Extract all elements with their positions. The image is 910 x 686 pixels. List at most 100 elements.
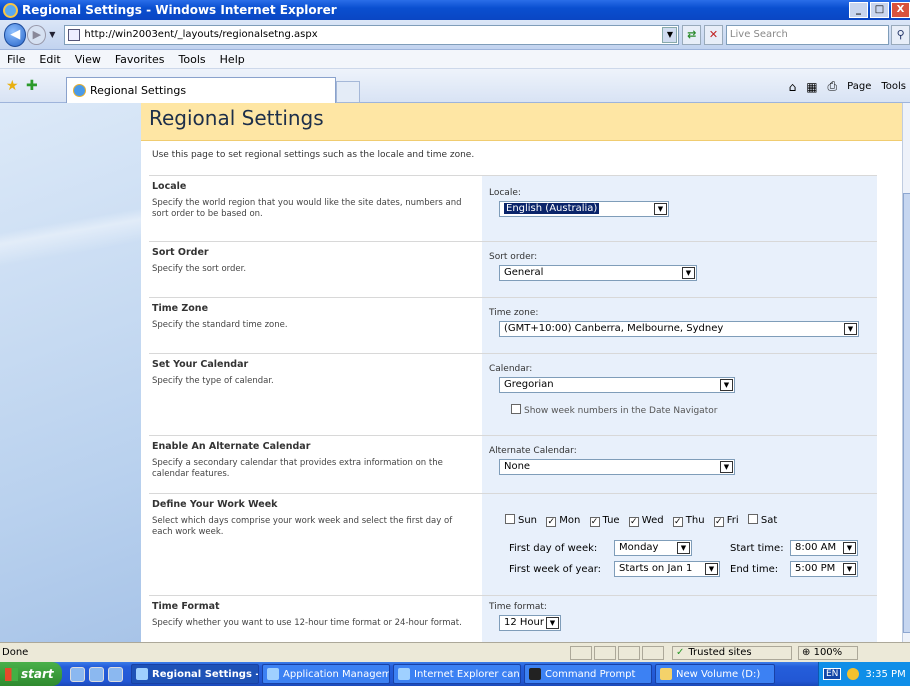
ie-tab-icon	[73, 84, 86, 97]
locale-value: English (Australia)	[504, 203, 600, 214]
scrollbar-thumb[interactable]	[903, 193, 910, 633]
day-checkbox-sat[interactable]	[747, 514, 758, 524]
section-title: Enable An Alternate Calendar	[152, 441, 311, 452]
checkmark-icon: ✓	[676, 647, 685, 658]
status-bar: Done ✓ Trusted sites ⊕ 100%	[0, 642, 910, 662]
feeds-icon[interactable]: ▦	[806, 80, 817, 94]
page-icon	[68, 28, 81, 41]
dropdown-arrow-icon[interactable]: ▼	[654, 203, 667, 215]
menu-favorites[interactable]: Favorites	[108, 53, 172, 66]
history-dropdown-icon[interactable]: ▼	[49, 30, 60, 39]
print-icon[interactable]: ⎙	[828, 79, 838, 94]
calendar-section: Set Your Calendar Specify the type of ca…	[149, 353, 877, 435]
search-input[interactable]: Live Search	[725, 24, 890, 45]
page-description: Use this page to set regional settings s…	[152, 150, 475, 160]
folder-icon	[660, 668, 672, 680]
time-format-select[interactable]: 12 Hour ▼	[499, 615, 561, 631]
section-description: Specify whether you want to use 12-hour …	[152, 618, 462, 628]
vertical-scrollbar[interactable]	[902, 103, 910, 642]
week-numbers-checkbox[interactable]	[511, 404, 521, 414]
section-title: Set Your Calendar	[152, 359, 249, 370]
dropdown-arrow-icon[interactable]: ▼	[546, 617, 559, 629]
first-day-value: Monday	[619, 542, 659, 553]
menu-tools[interactable]: Tools	[172, 53, 213, 66]
page-content: Regional Settings Use this page to set r…	[0, 103, 902, 642]
zoom-value: 100%	[813, 646, 843, 658]
dropdown-arrow-icon[interactable]: ▼	[682, 267, 695, 279]
ie-logo-icon	[3, 2, 18, 18]
taskbar-button-application-management[interactable]: Application Managem...	[262, 664, 390, 684]
dropdown-arrow-icon[interactable]: ▼	[720, 379, 733, 391]
sort-order-select[interactable]: General ▼	[499, 265, 697, 281]
day-checkbox-tue[interactable]: ✓	[589, 517, 600, 527]
language-indicator[interactable]: EN	[823, 668, 842, 680]
taskbar-button-regional-settings[interactable]: Regional Settings -...	[131, 664, 259, 684]
menu-help[interactable]: Help	[213, 53, 252, 66]
search-button[interactable]: ⚲	[891, 24, 910, 45]
url-field[interactable]: http://win2003ent/_layouts/regionalsetng…	[64, 24, 680, 45]
url-dropdown-icon[interactable]: ▼	[662, 26, 678, 43]
alternate-calendar-value: None	[504, 461, 531, 472]
day-label-thu: Thu	[685, 515, 705, 526]
new-tab-button[interactable]	[336, 81, 360, 103]
day-checkbox-fri[interactable]: ✓	[713, 517, 724, 527]
back-button[interactable]: ◀	[4, 22, 27, 47]
clock: 3:35 PM	[865, 668, 906, 680]
security-shield-icon[interactable]	[847, 668, 860, 680]
quick-launch	[70, 666, 123, 682]
menu-file[interactable]: File	[0, 53, 32, 66]
window-controls: _ □ X	[849, 2, 910, 18]
section-title: Sort Order	[152, 247, 209, 258]
day-label-sun: Sun	[518, 515, 538, 526]
taskbar-button-command-prompt[interactable]: Command Prompt	[524, 664, 652, 684]
page-menu-button[interactable]: Page	[847, 81, 871, 92]
refresh-button[interactable]: ⇄	[682, 24, 702, 45]
day-checkbox-thu[interactable]: ✓	[672, 517, 683, 527]
dropdown-arrow-icon[interactable]: ▼	[705, 563, 718, 575]
end-time-select[interactable]: 5:00 PM ▼	[790, 561, 858, 577]
locale-select[interactable]: English (Australia) ▼	[499, 201, 669, 217]
zoom-level[interactable]: ⊕ 100%	[798, 645, 858, 660]
alternate-calendar-select[interactable]: None ▼	[499, 459, 735, 475]
tab-regional-settings[interactable]: Regional Settings	[66, 77, 336, 103]
menu-edit[interactable]: Edit	[32, 53, 67, 66]
section-title: Time Zone	[152, 303, 209, 314]
add-favorite-icon[interactable]: ✚	[26, 78, 38, 94]
calendar-select[interactable]: Gregorian ▼	[499, 377, 735, 393]
time-zone-select[interactable]: (GMT+10:00) Canberra, Melbourne, Sydney …	[499, 321, 859, 337]
first-week-select[interactable]: Starts on Jan 1 ▼	[614, 561, 720, 577]
security-zone-label: Trusted sites	[688, 647, 752, 658]
dropdown-arrow-icon[interactable]: ▼	[677, 542, 690, 554]
dropdown-arrow-icon[interactable]: ▼	[720, 461, 733, 473]
dropdown-arrow-icon[interactable]: ▼	[844, 323, 857, 335]
day-checkbox-mon[interactable]: ✓	[546, 517, 557, 527]
day-checkbox-sun[interactable]	[505, 514, 515, 524]
status-cell	[618, 645, 640, 660]
home-icon[interactable]: ⌂	[789, 80, 797, 94]
day-checkbox-wed[interactable]: ✓	[628, 517, 639, 527]
start-button[interactable]: start	[0, 662, 62, 686]
day-label-wed: Wed	[641, 515, 664, 526]
close-button[interactable]: X	[891, 2, 910, 18]
forward-button[interactable]: ▶	[27, 24, 47, 45]
minimize-button[interactable]: _	[849, 2, 868, 18]
taskbar-button-new-volume[interactable]: New Volume (D:)	[655, 664, 775, 684]
maximize-button[interactable]: □	[870, 2, 889, 18]
favorites-star-icon[interactable]: ★	[6, 78, 19, 94]
dropdown-arrow-icon[interactable]: ▼	[843, 542, 856, 554]
menu-view[interactable]: View	[68, 53, 108, 66]
first-day-select[interactable]: Monday ▼	[614, 540, 692, 556]
tools-menu-button[interactable]: Tools	[881, 81, 906, 92]
media-icon[interactable]	[108, 666, 123, 682]
show-desktop-icon[interactable]	[70, 666, 85, 682]
stop-button[interactable]: ✕	[704, 24, 723, 45]
end-time-value: 5:00 PM	[795, 563, 836, 574]
taskbar-button-ie[interactable]: Internet Explorer can...	[393, 664, 521, 684]
dropdown-arrow-icon[interactable]: ▼	[843, 563, 856, 575]
start-time-select[interactable]: 8:00 AM ▼	[790, 540, 858, 556]
section-title: Time Format	[152, 601, 220, 612]
security-zone[interactable]: ✓ Trusted sites	[672, 645, 792, 660]
taskbar: start Regional Settings -... Application…	[0, 662, 910, 686]
ie-quicklaunch-icon[interactable]	[89, 666, 104, 682]
time-zone-label: Time zone:	[489, 308, 539, 318]
